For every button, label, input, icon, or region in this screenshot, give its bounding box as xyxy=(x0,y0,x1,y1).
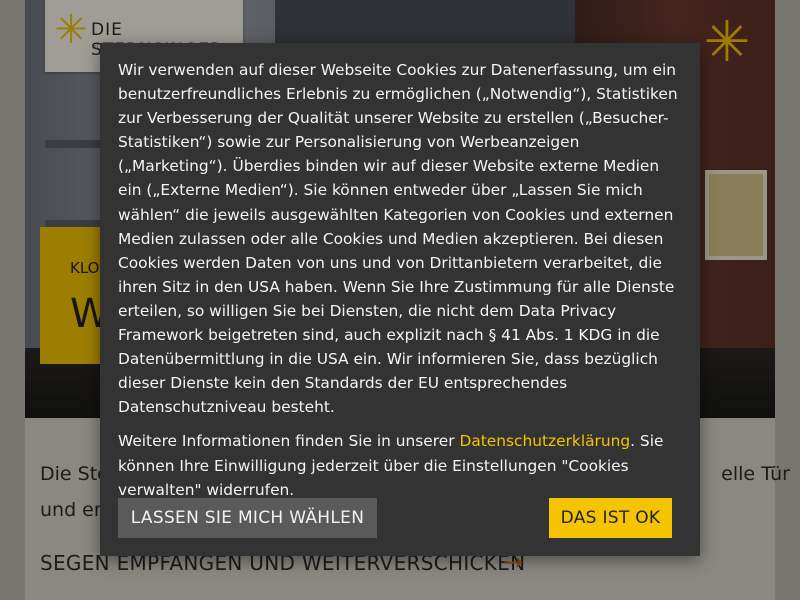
cookie-text-main: Wir verwenden auf dieser Webseite Cookie… xyxy=(118,61,678,417)
cookie-info-before: Weitere Informationen finden Sie in unse… xyxy=(118,432,460,451)
privacy-policy-link[interactable]: Datenschutzerklärung xyxy=(459,432,630,450)
let-me-choose-button[interactable]: LASSEN SIE MICH WÄHLEN xyxy=(118,498,377,538)
cookie-consent-dialog: Wir verwenden auf dieser Webseite Cookie… xyxy=(100,43,700,556)
cookie-text-info: Weitere Informationen finden Sie in unse… xyxy=(118,429,682,501)
accept-all-button[interactable]: DAS IST OK xyxy=(549,498,672,538)
